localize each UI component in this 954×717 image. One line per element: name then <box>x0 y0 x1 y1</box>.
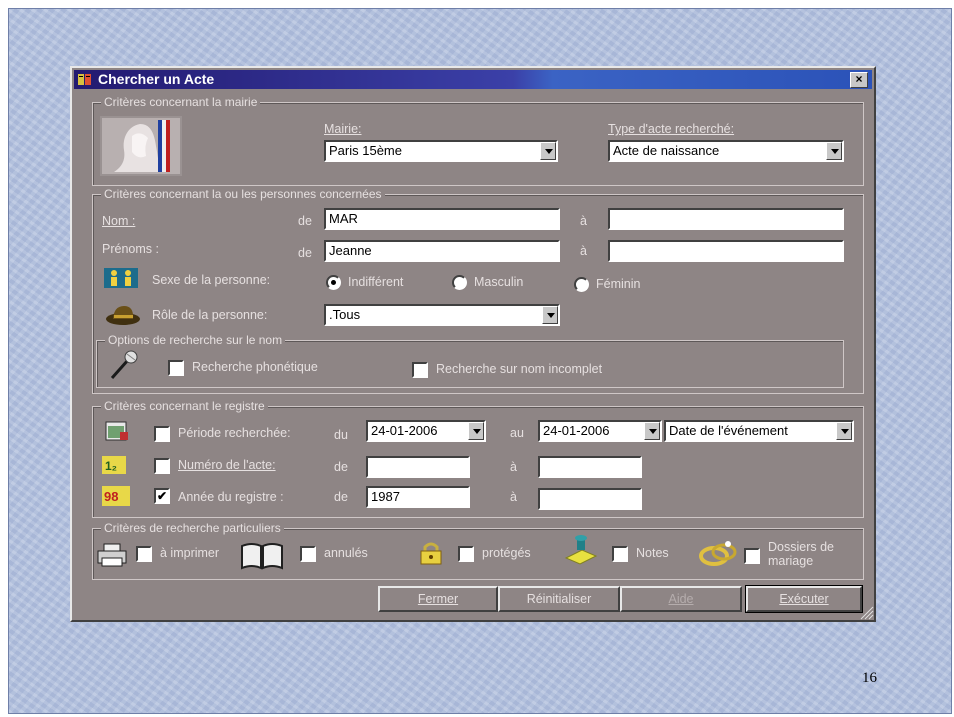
prenoms-from-input[interactable]: Jeanne <box>324 240 560 262</box>
phonetique-label: Recherche phonétique <box>192 360 318 374</box>
close-button[interactable]: × <box>850 72 868 88</box>
year-register-icon: 98 <box>102 486 130 506</box>
numero-label: Numéro de l'acte: <box>178 458 276 472</box>
sexe-feminin-label: Féminin <box>596 277 641 291</box>
numero-checkbox[interactable] <box>154 458 170 474</box>
chevron-down-icon[interactable] <box>542 306 558 324</box>
chevron-down-icon[interactable] <box>836 422 852 440</box>
annules-label: annulés <box>324 546 368 560</box>
annee-label: Année du registre : <box>178 490 284 504</box>
page-number: 16 <box>862 670 877 686</box>
microphone-icon <box>110 350 138 379</box>
annee-a-label: à <box>510 490 517 504</box>
prenoms-to-input[interactable] <box>608 240 844 262</box>
mairie-label: Mairie: <box>324 122 362 136</box>
periode-from-value: 24-01-2006 <box>371 423 438 438</box>
aide-button[interactable]: Aide <box>620 586 742 612</box>
proteges-checkbox[interactable] <box>458 546 474 562</box>
periode-checkbox[interactable] <box>154 426 170 442</box>
prenoms-a-label: à <box>580 244 587 258</box>
sexe-indifferent-radio[interactable] <box>326 275 341 290</box>
role-label: Rôle de la personne: <box>152 308 268 322</box>
periode-au-label: au <box>510 426 524 440</box>
search-act-dialog: Chercher un Acte × Critères concernant l… <box>70 66 876 622</box>
periode-label: Période recherchée: <box>178 426 291 440</box>
window-icon <box>78 74 91 85</box>
type-acte-value: Acte de naissance <box>613 143 720 158</box>
chevron-down-icon[interactable] <box>644 422 660 440</box>
sexe-label: Sexe de la personne: <box>152 273 271 287</box>
numero-from-input[interactable] <box>366 456 470 478</box>
personnes-legend: Critères concernant la ou les personnes … <box>101 187 385 201</box>
year-register-icon-text: 98 <box>104 489 118 504</box>
imprimer-label: à imprimer <box>160 546 220 560</box>
nom-label: Nom : <box>102 214 136 228</box>
phonetique-checkbox[interactable] <box>168 360 184 376</box>
numero-de-label: de <box>334 460 348 474</box>
type-acte-label: Type d'acte recherché: <box>608 122 735 136</box>
act-number-icon: 1₂ <box>102 456 126 474</box>
prenoms-label: Prénoms : <box>102 242 159 256</box>
nom-from-input[interactable]: MAR <box>324 208 560 230</box>
notes-pin-icon <box>564 535 598 565</box>
numero-to-input[interactable] <box>538 456 642 478</box>
sexe-masculin-radio[interactable] <box>452 275 467 290</box>
title-bar: Chercher un Acte × <box>74 70 872 89</box>
options-nom-legend: Options de recherche sur le nom <box>105 333 286 347</box>
nom-to-input[interactable] <box>608 208 844 230</box>
date-type-value: Date de l'événement <box>669 423 788 438</box>
printer-icon <box>97 543 127 567</box>
annee-to-input[interactable] <box>538 488 642 510</box>
notes-checkbox[interactable] <box>612 546 628 562</box>
registre-legend: Critères concernant le registre <box>101 399 268 413</box>
nom-incomplet-label: Recherche sur nom incomplet <box>436 362 603 376</box>
annee-checkbox[interactable]: ✔ <box>154 488 170 504</box>
dialog-title: Chercher un Acte <box>98 71 215 87</box>
periode-to-select[interactable]: 24-01-2006 <box>538 420 662 442</box>
nom-incomplet-checkbox[interactable] <box>412 362 428 378</box>
imprimer-checkbox[interactable] <box>136 546 152 562</box>
particuliers-legend: Critères de recherche particuliers <box>101 521 284 535</box>
periode-du-label: du <box>334 428 348 442</box>
chevron-down-icon[interactable] <box>826 142 842 160</box>
executer-button[interactable]: Exécuter <box>745 585 863 613</box>
notes-label: Notes <box>636 546 669 560</box>
wedding-rings-icon <box>699 541 737 566</box>
annules-checkbox[interactable] <box>300 546 316 562</box>
prenoms-de-label: de <box>298 246 312 260</box>
reinitialiser-button[interactable]: Réinitialiser <box>498 586 620 612</box>
nom-a-label: à <box>580 214 587 228</box>
dossiers-mariage-checkbox[interactable] <box>744 548 760 564</box>
hat-icon <box>106 306 140 325</box>
dossiers-mariage-label: Dossiers de mariage <box>768 540 834 568</box>
padlock-icon <box>420 542 442 565</box>
proteges-label: protégés <box>482 546 531 560</box>
numero-a-label: à <box>510 460 517 474</box>
calendar-icon <box>105 421 128 441</box>
periode-from-select[interactable]: 24-01-2006 <box>366 420 486 442</box>
persons-icon <box>104 268 138 288</box>
chevron-down-icon[interactable] <box>540 142 556 160</box>
fermer-button[interactable]: Fermer <box>378 586 498 612</box>
annee-from-input[interactable]: 1987 <box>366 486 470 508</box>
sexe-feminin-radio[interactable] <box>574 277 589 292</box>
mairie-legend: Critères concernant la mairie <box>101 95 261 109</box>
chevron-down-icon[interactable] <box>468 422 484 440</box>
periode-to-value: 24-01-2006 <box>543 423 610 438</box>
annee-de-label: de <box>334 490 348 504</box>
sexe-indifferent-label: Indifférent <box>348 275 404 289</box>
nom-de-label: de <box>298 214 312 228</box>
resize-grip-icon[interactable] <box>860 606 874 620</box>
date-type-select[interactable]: Date de l'événement <box>664 420 854 442</box>
marianne-portrait-icon <box>100 116 182 176</box>
sexe-masculin-label: Masculin <box>474 275 524 289</box>
mairie-value: Paris 15ème <box>329 143 402 158</box>
role-select[interactable]: .Tous <box>324 304 560 326</box>
role-value: .Tous <box>329 307 361 322</box>
type-acte-select[interactable]: Acte de naissance <box>608 140 844 162</box>
act-number-icon-text: 1₂ <box>105 459 117 473</box>
book-icon <box>241 543 283 570</box>
mairie-select[interactable]: Paris 15ème <box>324 140 558 162</box>
